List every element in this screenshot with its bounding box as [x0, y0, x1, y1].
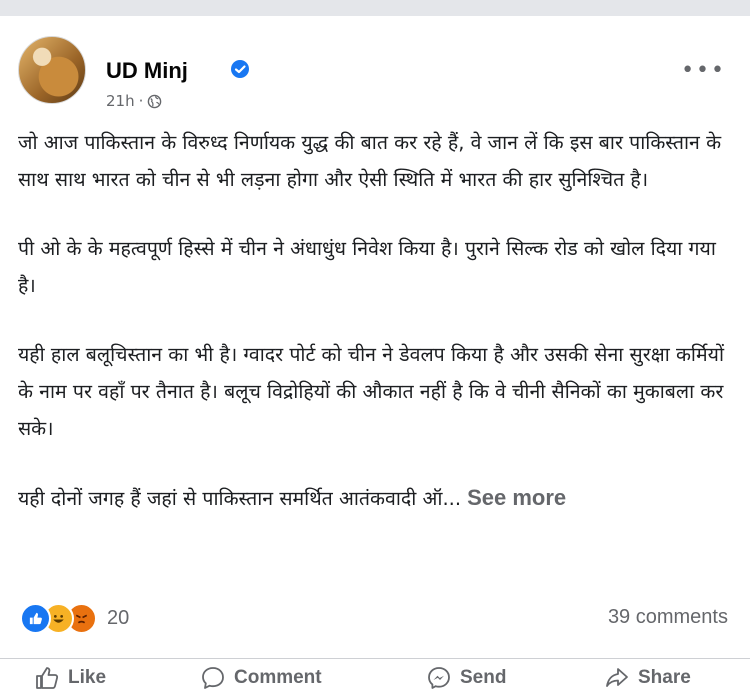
action-bar: Like Comment Send Share [0, 658, 750, 691]
post-card: UD Minj 21h · ••• जो आज पाकिस्तान के विर… [0, 16, 750, 689]
author-name[interactable]: UD Minj [106, 58, 188, 84]
like-button[interactable]: Like [34, 665, 106, 691]
author-avatar[interactable] [18, 36, 86, 104]
comment-button[interactable]: Comment [200, 665, 322, 691]
send-label: Send [460, 667, 507, 688]
share-arrow-icon [606, 668, 628, 687]
more-options-button[interactable]: ••• [681, 58, 726, 83]
top-divider [0, 0, 750, 16]
share-label: Share [638, 667, 691, 688]
see-more-link[interactable]: See more [467, 485, 566, 510]
post-paragraph-4: यही दोनों जगह हैं जहां से पाकिस्तान समर्… [18, 479, 732, 517]
verified-badge-icon [231, 60, 249, 78]
post-body: जो आज पाकिस्तान के विरुध्द निर्णायक युद्… [18, 124, 732, 517]
post-meta: 21h · [106, 92, 162, 110]
post-paragraph-1: जो आज पाकिस्तान के विरुध्द निर्णायक युद्… [18, 131, 722, 191]
reactions-summary[interactable]: 20 [20, 602, 129, 634]
comments-count-link[interactable]: 39 comments [608, 606, 728, 629]
comment-bubble-icon [202, 667, 224, 689]
post-paragraph-2: पी ओ के के महत्वपूर्ण हिस्से में चीन ने … [18, 237, 716, 297]
like-label: Like [68, 667, 107, 688]
send-button[interactable]: Send [426, 665, 506, 691]
globe-icon [148, 94, 162, 108]
messenger-icon [428, 667, 450, 689]
share-button[interactable]: Share [604, 665, 691, 691]
like-reaction-icon [20, 602, 51, 634]
post-header: UD Minj 21h · ••• [18, 36, 732, 110]
post-time[interactable]: 21h [106, 92, 135, 110]
comment-label: Comment [234, 667, 322, 688]
post-paragraph-4-text: यही दोनों जगह हैं जहां से पाकिस्तान समर्… [18, 487, 462, 510]
thumbs-up-icon [36, 667, 59, 689]
post-paragraph-3: यही हाल बलूचिस्तान का भी है। ग्वादर पोर्… [18, 343, 724, 440]
reaction-count: 20 [107, 606, 130, 629]
meta-separator: · [138, 92, 144, 110]
